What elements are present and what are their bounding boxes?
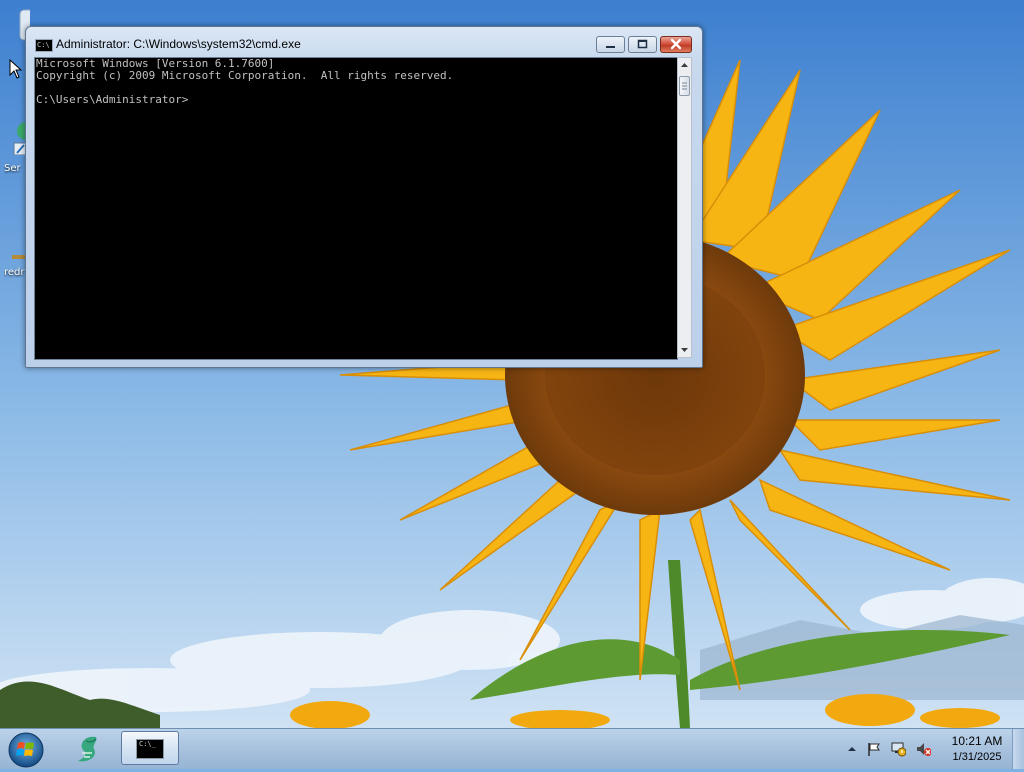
clock-time[interactable]: 10:21 AM [944,734,1010,748]
close-icon [670,38,682,50]
start-button[interactable] [6,731,46,769]
show-hidden-icons-icon[interactable] [844,741,860,757]
action-center-flag-icon[interactable] [866,741,882,757]
app-logo-icon [78,736,97,762]
scroll-down-arrow-icon[interactable] [678,342,691,357]
desktop-icon-label: Ser [4,163,21,174]
window-titlebar[interactable]: C:\ Administrator: C:\Windows\system32\c… [26,27,702,57]
pinned-app-button[interactable] [68,731,110,767]
console-output-area[interactable]: Microsoft Windows [Version 6.1.7600] Cop… [34,57,678,360]
clock-date[interactable]: 1/31/2025 [944,751,1010,763]
maximize-icon [637,39,648,49]
desktop-icon-label: redr [4,267,25,278]
volume-muted-icon[interactable] [915,741,931,757]
network-icon[interactable] [890,741,906,757]
taskbar-cmd-button[interactable]: C:\_ [121,731,179,765]
minimize-button[interactable] [596,36,625,53]
scroll-thumb[interactable] [679,76,690,96]
system-tray: 10:21 AM 1/31/2025 [840,729,1024,769]
console-line: Copyright (c) 2009 Microsoft Corporation… [36,69,454,82]
cmd-app-icon: C:\_ [136,739,164,759]
mouse-cursor-icon [9,59,23,79]
close-button[interactable] [660,36,692,53]
cmd-window[interactable]: C:\ Administrator: C:\Windows\system32\c… [25,26,703,368]
show-desktop-button[interactable] [1012,729,1024,769]
window-title: Administrator: C:\Windows\system32\cmd.e… [56,37,301,51]
minimize-icon [606,46,615,48]
maximize-button[interactable] [628,36,657,53]
cmd-app-icon: C:\ [35,39,53,52]
console-prompt[interactable]: C:\Users\Administrator> [36,93,188,106]
vertical-scrollbar[interactable] [677,57,692,358]
grip-icon [682,82,687,90]
windows-logo-icon [8,732,44,768]
taskbar: C:\_ 10:21 AM 1/31/2025 [0,728,1024,769]
console-text: Microsoft Windows [Version 6.1.7600] Cop… [36,58,453,106]
scroll-up-arrow-icon[interactable] [678,58,691,73]
